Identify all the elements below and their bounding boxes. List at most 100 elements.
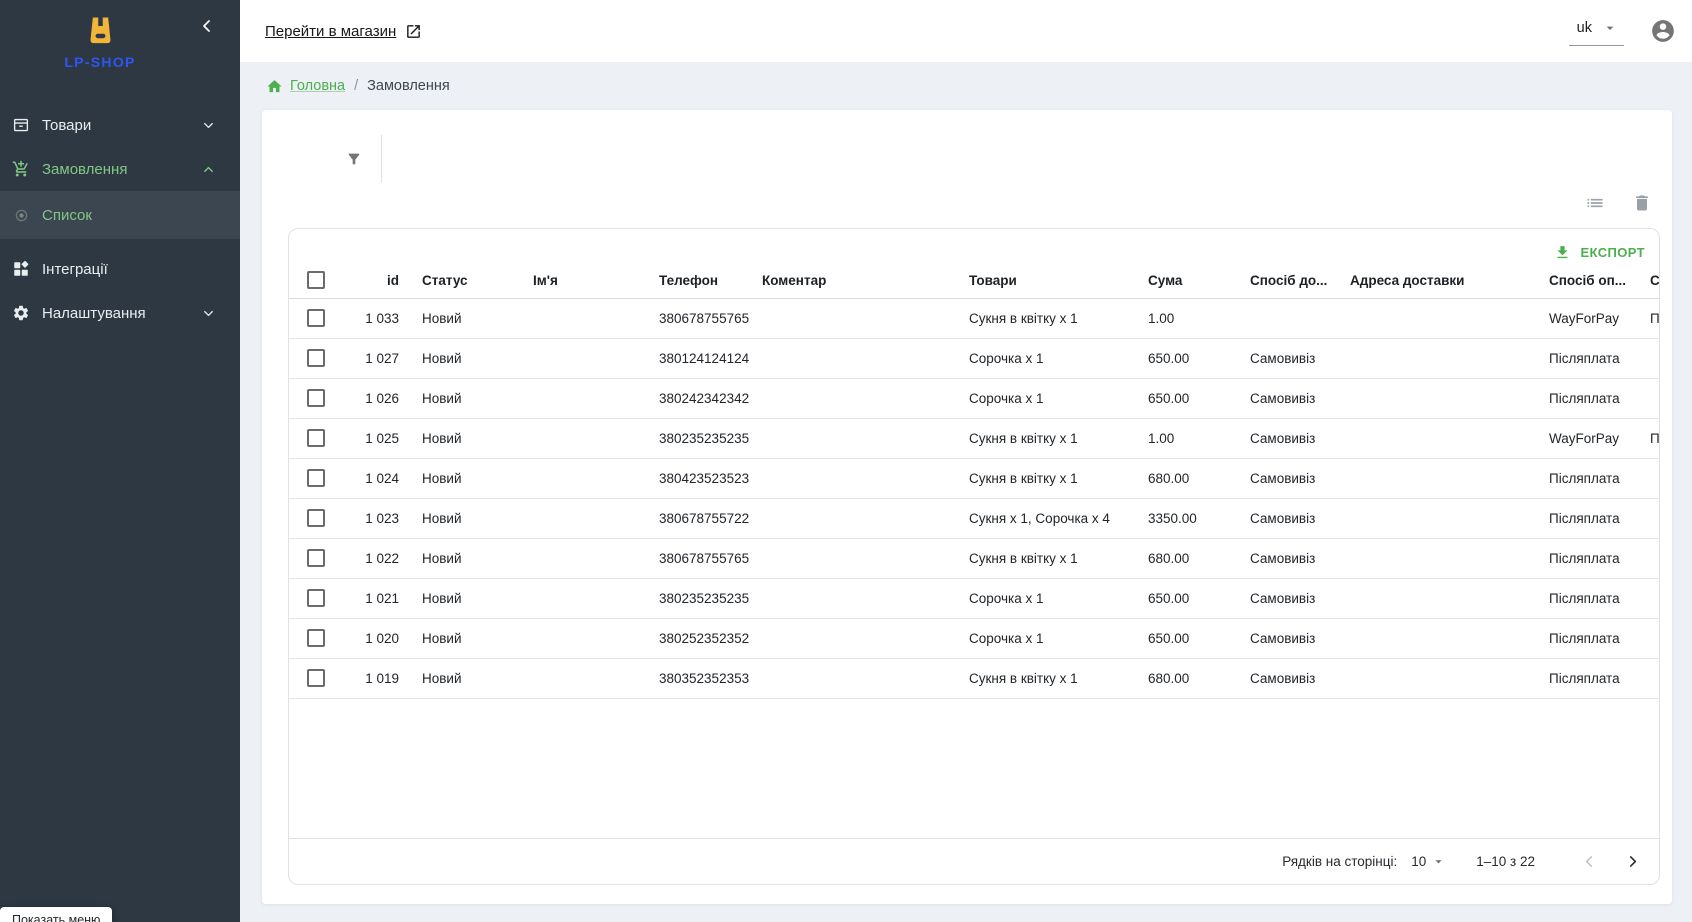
user-avatar-button[interactable] [1650,18,1676,44]
sidebar-item-settings[interactable]: Налаштування [0,291,240,335]
cell-id: 1 019 [331,658,422,698]
table-row[interactable]: 1 033Новий380678755765Сукня в квітку x 1… [289,298,1659,338]
column-header-status[interactable]: Статус [422,263,533,298]
sidebar-item-orders-list[interactable]: Список [0,191,240,239]
column-header-payment[interactable]: Спосіб оп... [1549,263,1650,298]
row-checkbox[interactable] [307,309,325,327]
cell-status: Новий [422,378,533,418]
cell-status: Новий [422,338,533,378]
cell-status: Новий [422,298,533,338]
column-header-payment_status[interactable]: С [1650,263,1659,298]
table-row[interactable]: 1 023Новий380678755722Сукня x 1, Сорочка… [289,498,1659,538]
store-link[interactable]: Перейти в магазин [265,23,422,40]
row-checkbox[interactable] [307,349,325,367]
row-checkbox[interactable] [307,629,325,647]
rows-per-page-select[interactable]: 10 [1411,854,1446,869]
column-header-phone[interactable]: Телефон [659,263,762,298]
filter-divider [381,135,382,183]
table-row[interactable]: 1 027Новий380124124124Сорочка x 1650.00С… [289,338,1659,378]
sidebar-collapse-button[interactable] [199,18,215,34]
cell-products: Сорочка x 1 [969,618,1148,658]
cell-products: Сукня в квітку x 1 [969,658,1148,698]
cell-sum: 650.00 [1148,378,1250,418]
table-row[interactable]: 1 021Новий380235235235Сорочка x 1650.00С… [289,578,1659,618]
logo[interactable]: LP-SHOP [0,13,200,70]
checkbox-cell [289,263,331,298]
filter-zone [304,135,1672,183]
row-checkbox[interactable] [307,589,325,607]
filter-button[interactable] [346,151,362,167]
cell-address [1350,458,1549,498]
cell-payment: Післяплата [1549,458,1650,498]
cell-payment: Післяплата [1549,618,1650,658]
column-header-delivery[interactable]: Спосіб до... [1250,263,1350,298]
cell-delivery: Самовивіз [1250,538,1350,578]
export-button[interactable]: ЕКСПОРТ [1554,244,1645,261]
cell-id: 1 023 [331,498,422,538]
sidebar-item-orders[interactable]: Замовлення [0,147,240,191]
row-checkbox[interactable] [307,389,325,407]
row-checkbox[interactable] [307,509,325,527]
cell-sum: 650.00 [1148,338,1250,378]
cell-comment [762,578,969,618]
topbar: Перейти в магазин uk [240,0,1692,62]
column-header-sum[interactable]: Сума [1148,263,1250,298]
row-checkbox[interactable] [307,669,325,687]
cell-address [1350,418,1549,458]
chevron-right-icon [1624,853,1641,870]
cell-products: Сорочка x 1 [969,578,1148,618]
delete-button[interactable] [1632,193,1652,213]
table-row[interactable]: 1 025Новий380235235235Сукня в квітку x 1… [289,418,1659,458]
row-checkbox[interactable] [307,429,325,447]
column-header-products[interactable]: Товари [969,263,1148,298]
checkbox-cell [289,338,331,378]
cell-address [1350,298,1549,338]
row-checkbox[interactable] [307,469,325,487]
cell-status: Новий [422,418,533,458]
cell-comment [762,658,969,698]
table-row[interactable]: 1 019Новий380352352353Сукня в квітку x 1… [289,658,1659,698]
next-page-button[interactable] [1624,853,1641,870]
rows-per-page-value: 10 [1411,854,1426,869]
cell-name [533,418,659,458]
caret-down-icon [1602,20,1618,36]
breadcrumb-home-link[interactable]: Головна [290,78,345,94]
prev-page-button[interactable] [1581,853,1598,870]
column-header-address[interactable]: Адреса доставки [1350,263,1549,298]
cell-comment [762,538,969,578]
checkbox-cell [289,618,331,658]
caret-down-icon [1431,854,1446,869]
cell-products: Сорочка x 1 [969,378,1148,418]
language-select[interactable]: uk [1569,16,1624,46]
cell-sum: 680.00 [1148,458,1250,498]
home-icon [266,78,283,95]
cell-phone: 380423523523 [659,458,762,498]
column-header-name[interactable]: Ім'я [533,263,659,298]
column-header-id[interactable]: id [331,263,422,298]
table-row[interactable]: 1 020Новий380252352352Сорочка x 1650.00С… [289,618,1659,658]
sidebar-item-integrations[interactable]: Інтеграції [0,247,240,291]
checkbox-cell [289,538,331,578]
cell-status: Новий [422,578,533,618]
select-all-checkbox[interactable] [307,271,325,289]
table-row[interactable]: 1 024Новий380423523523Сукня в квітку x 1… [289,458,1659,498]
column-header-comment[interactable]: Коментар [762,263,969,298]
cell-comment [762,618,969,658]
cell-status: Новий [422,618,533,658]
view-list-button[interactable] [1585,193,1605,213]
table-row[interactable]: 1 022Новий380678755765Сукня в квітку x 1… [289,538,1659,578]
content-area: Головна / Замовлення [240,62,1692,922]
cell-phone: 380252352352 [659,618,762,658]
checkbox-cell [289,298,331,338]
cell-comment [762,418,969,458]
cell-payment_status: П [1650,298,1659,338]
table-empty-space [289,699,1659,839]
cell-delivery: Самовивіз [1250,618,1350,658]
cell-status: Новий [422,538,533,578]
table-row[interactable]: 1 026Новий380242342342Сорочка x 1650.00С… [289,378,1659,418]
row-checkbox[interactable] [307,549,325,567]
cell-sum: 650.00 [1148,578,1250,618]
list-bullet-icon [12,206,30,224]
sidebar-item-products[interactable]: Товари [0,103,240,147]
settings-gear-icon [12,304,30,322]
